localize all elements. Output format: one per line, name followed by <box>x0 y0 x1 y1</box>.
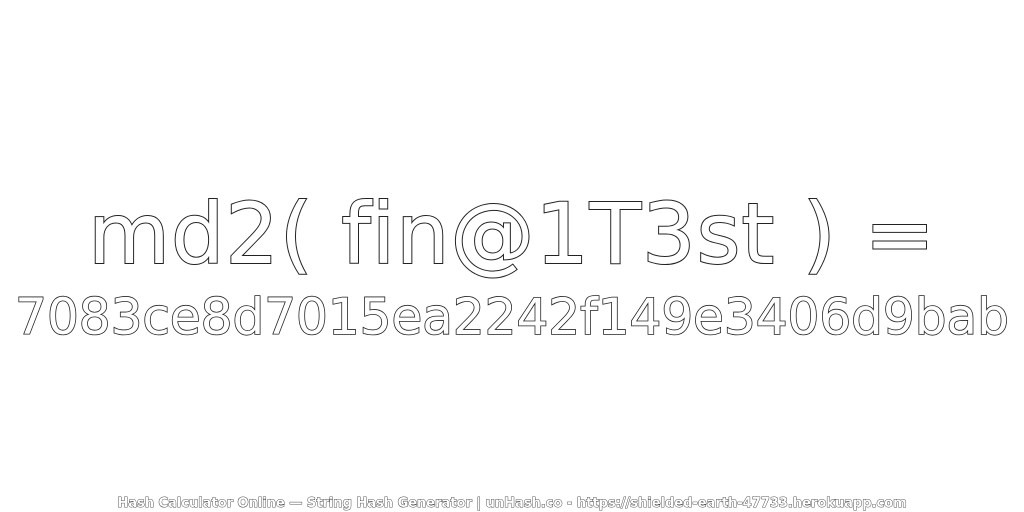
hash-result: 7083ce8d7015ea2242f149e3406d9bab <box>14 287 1009 347</box>
hash-expression: md2( fin@1T3st ) = <box>87 184 936 284</box>
footer-credit: Hash Calculator Online — String Hash Gen… <box>117 496 907 512</box>
